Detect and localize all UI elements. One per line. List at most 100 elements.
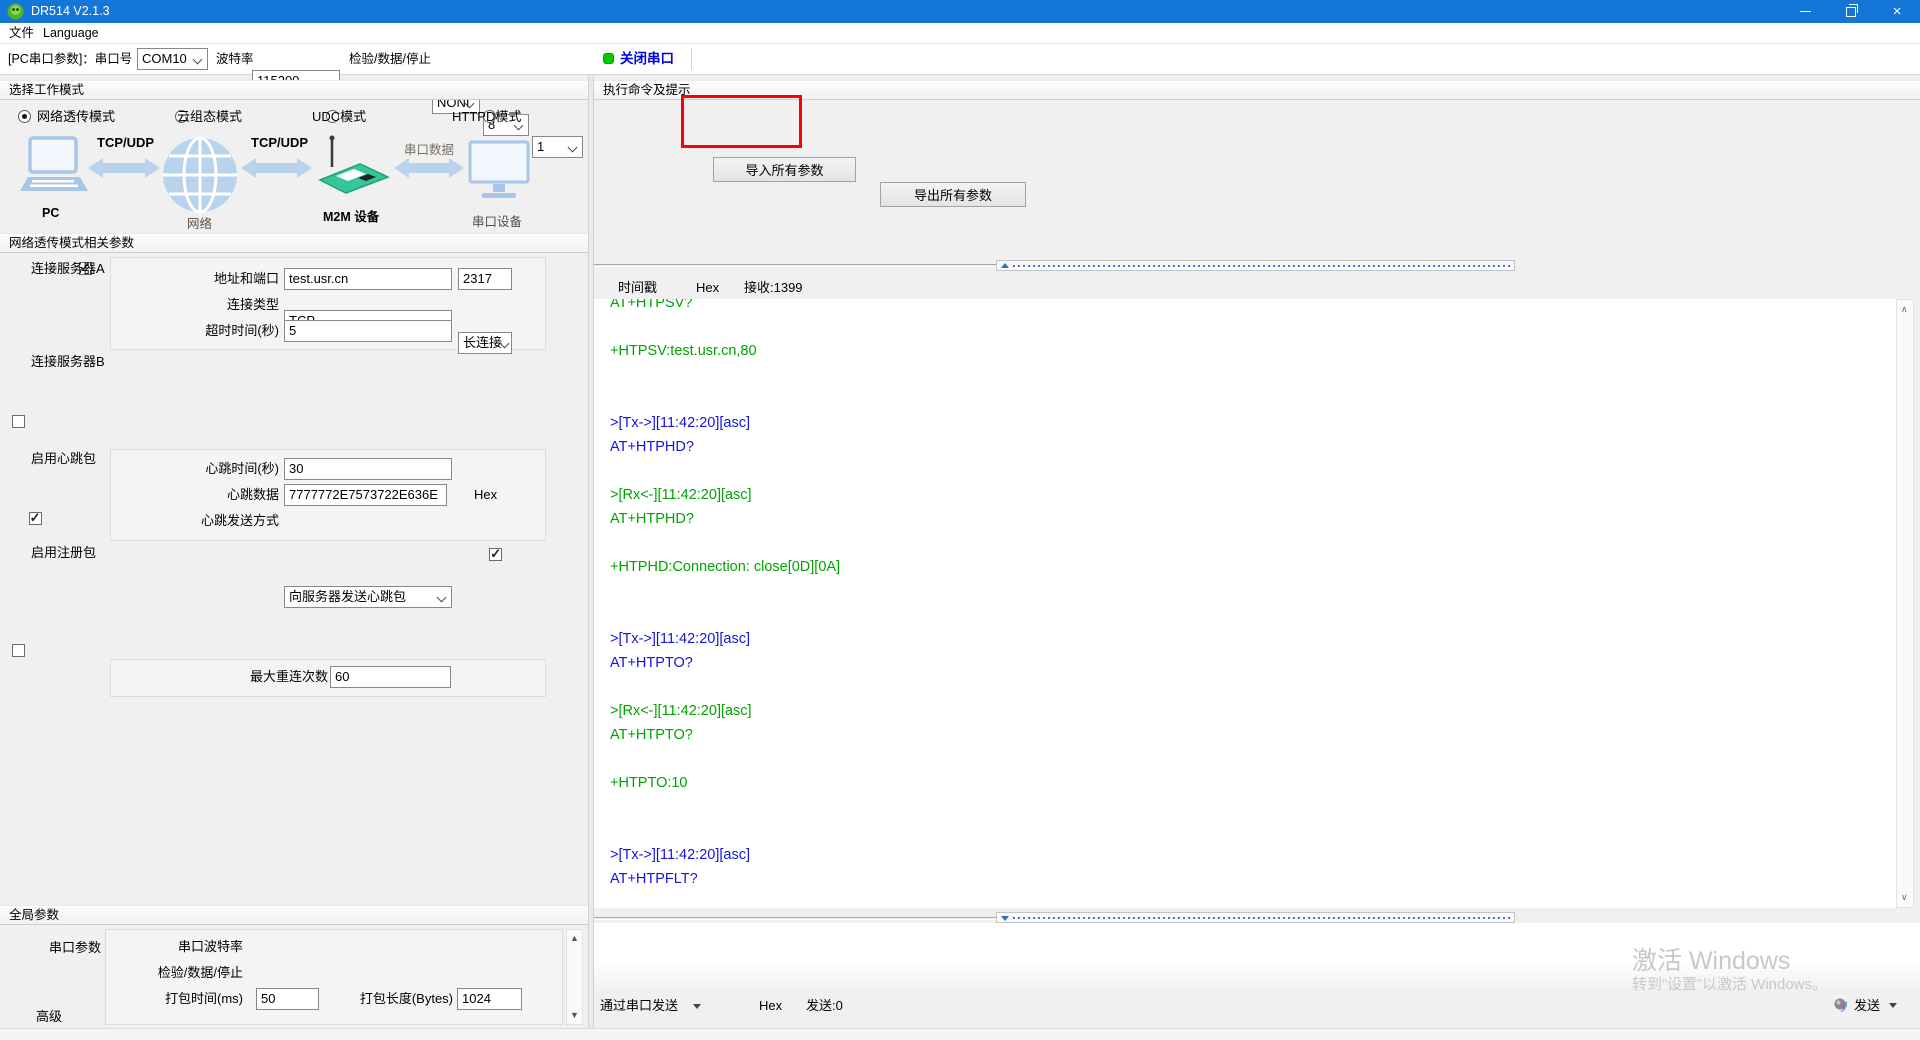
scroll-up-icon[interactable]: ∧ xyxy=(1901,305,1910,314)
scroll-up-icon[interactable]: ▲ xyxy=(570,934,579,943)
network-globe-icon xyxy=(163,138,237,212)
log-line xyxy=(610,603,1886,627)
menu-item-language[interactable]: Language xyxy=(43,23,99,44)
log-line xyxy=(610,819,1886,843)
baud-label: 波特率 xyxy=(216,48,254,70)
pc-icon xyxy=(20,138,88,191)
log-line xyxy=(610,531,1886,555)
window-title: DR514 V2.1.3 xyxy=(31,0,110,23)
toolbar: [PC串口参数]：串口号 COM10 波特率 115200 检验/数据/停止 N… xyxy=(0,44,1920,75)
log-scrollbar[interactable]: ∧ ∨ xyxy=(1896,299,1914,908)
hb-time-label: 心跳时间(秒) xyxy=(120,458,279,480)
serial-params-label: 串口参数 xyxy=(49,937,101,959)
splitter-handle-bottom[interactable] xyxy=(996,912,1515,923)
hb-time-input[interactable]: 30 xyxy=(284,458,452,480)
menubar: 文件 Language xyxy=(0,23,1920,44)
log-line xyxy=(610,675,1886,699)
server-b-label: 连接服务器B xyxy=(31,351,105,373)
log-line xyxy=(610,795,1886,819)
red-highlight-annotation xyxy=(681,95,802,148)
expand-up-icon xyxy=(1001,263,1009,268)
parity-label: 检验/数据/停止 xyxy=(349,48,431,70)
log-line: AT+HTPSV? xyxy=(610,299,1886,315)
mode-diagram: TCP/UDP TCP/UDP 串口数据 PC 网络 M2M 设备 串口设备 xyxy=(0,133,588,230)
net-params-header: 网络透传模式相关参数 xyxy=(0,233,588,253)
chevron-down-icon[interactable] xyxy=(693,1004,701,1009)
conn-mode-select[interactable]: 长连接 xyxy=(458,332,512,354)
log-line: >[Tx->][11:42:20][asc] xyxy=(610,843,1886,867)
import-params-button[interactable]: 导入所有参数 xyxy=(713,157,856,182)
menu-item-file[interactable]: 文件 xyxy=(9,23,34,44)
server-a-address-input[interactable]: test.usr.cn xyxy=(284,268,452,290)
log-line xyxy=(610,579,1886,603)
timestamp-label: 时间戳 xyxy=(618,277,657,299)
toolbar-divider xyxy=(691,48,692,70)
log-line: >[Rx<-][11:42:20][asc] xyxy=(610,483,1886,507)
send-sound-icon xyxy=(1833,997,1850,1014)
g-baud-label: 串口波特率 xyxy=(123,936,243,958)
sent-count: 发送:0 xyxy=(806,995,843,1017)
heartbeat-checkbox[interactable] xyxy=(29,512,42,525)
splitter-handle-top[interactable] xyxy=(996,260,1515,271)
log-line xyxy=(610,387,1886,411)
chevron-down-icon[interactable] xyxy=(1889,1003,1897,1008)
link-label: 串口数据 xyxy=(404,139,454,158)
log-line: >[Tx->][11:42:20][asc] xyxy=(610,411,1886,435)
chevron-down-icon xyxy=(193,55,203,65)
reconnect-input[interactable]: 60 xyxy=(330,666,451,688)
register-checkbox[interactable] xyxy=(12,644,25,657)
global-scrollbar[interactable]: ▲ ▼ xyxy=(566,929,583,1025)
work-mode-label[interactable]: 云组态模式 xyxy=(177,106,242,128)
global-params-header: 全局参数 xyxy=(0,905,588,925)
log-line: AT+HTPTO? xyxy=(610,723,1886,747)
server-a-port-input[interactable]: 2317 xyxy=(458,268,512,290)
send-button[interactable]: 发送 xyxy=(1854,995,1880,1017)
pack-len-input[interactable]: 1024 xyxy=(457,988,522,1010)
hb-hex-checkbox[interactable] xyxy=(489,548,502,561)
pack-time-label: 打包时间(ms) xyxy=(123,988,243,1010)
scroll-down-icon[interactable]: ∨ xyxy=(1901,893,1910,902)
work-mode-label[interactable]: 网络透传模式 xyxy=(37,106,115,128)
server-b-checkbox[interactable] xyxy=(12,415,25,428)
scroll-down-icon[interactable]: ▼ xyxy=(570,1011,579,1020)
timeout-input[interactable]: 5 xyxy=(284,320,452,342)
pack-time-input[interactable]: 50 xyxy=(256,988,319,1010)
minimize-button[interactable] xyxy=(1782,0,1828,23)
splitter-groove-top xyxy=(594,264,996,267)
log-line: >[Rx<-][11:42:20][asc] xyxy=(610,699,1886,723)
address-port-label: 地址和端口 xyxy=(120,268,279,290)
app-icon xyxy=(7,3,24,20)
reconnect-label: 最大重连次数 xyxy=(168,666,328,688)
com-port-select[interactable]: COM10 xyxy=(137,48,208,70)
export-params-button[interactable]: 导出所有参数 xyxy=(880,182,1026,207)
log-hex-label: Hex xyxy=(696,277,719,299)
heartbeat-label: 启用心跳包 xyxy=(31,448,96,470)
hb-data-input[interactable]: 7777772E7573722E636E xyxy=(284,484,447,506)
log-line xyxy=(610,459,1886,483)
log-area[interactable]: AT+HTPSV? +HTPSV:test.usr.cn,80 >[Tx->][11… xyxy=(594,299,1896,908)
log-line: AT+HTPFLT? xyxy=(610,867,1886,891)
close-serial-button[interactable]: 关闭串口 xyxy=(620,48,674,70)
activate-windows-watermark: 激活 Windows xyxy=(1632,941,1790,977)
log-line: AT+HTPTO? xyxy=(610,651,1886,675)
log-line: AT+HTPHD? xyxy=(610,435,1886,459)
log-line: +HTPSV:test.usr.cn,80 xyxy=(610,339,1886,363)
g-parity-label: 检验/数据/停止 xyxy=(123,962,243,984)
log-line: +HTPTO:10 xyxy=(610,771,1886,795)
hb-hex-label: Hex xyxy=(474,484,497,506)
work-mode-label[interactable]: HTTPD模式 xyxy=(452,106,521,128)
timeout-label: 超时时间(秒) xyxy=(120,320,279,342)
recv-count: 接收:1399 xyxy=(744,277,803,299)
close-button[interactable]: × xyxy=(1874,0,1920,23)
log-line: >[Tx->][11:42:20][asc] xyxy=(610,627,1886,651)
titlebar: DR514 V2.1.3 × xyxy=(0,0,1920,23)
work-mode-label[interactable]: UDC模式 xyxy=(312,106,366,128)
hb-mode-select[interactable]: 向服务器发送心跳包 xyxy=(284,586,452,608)
maximize-button[interactable] xyxy=(1828,0,1874,23)
radio-net-transparent-mode[interactable] xyxy=(18,110,31,123)
server-a-label: 连接服务器A xyxy=(31,258,105,280)
send-via-serial-button[interactable]: 通过串口发送 xyxy=(600,995,678,1017)
node-label: 串口设备 xyxy=(472,211,522,230)
node-label: M2M 设备 xyxy=(323,206,379,225)
node-label: PC xyxy=(42,206,59,220)
